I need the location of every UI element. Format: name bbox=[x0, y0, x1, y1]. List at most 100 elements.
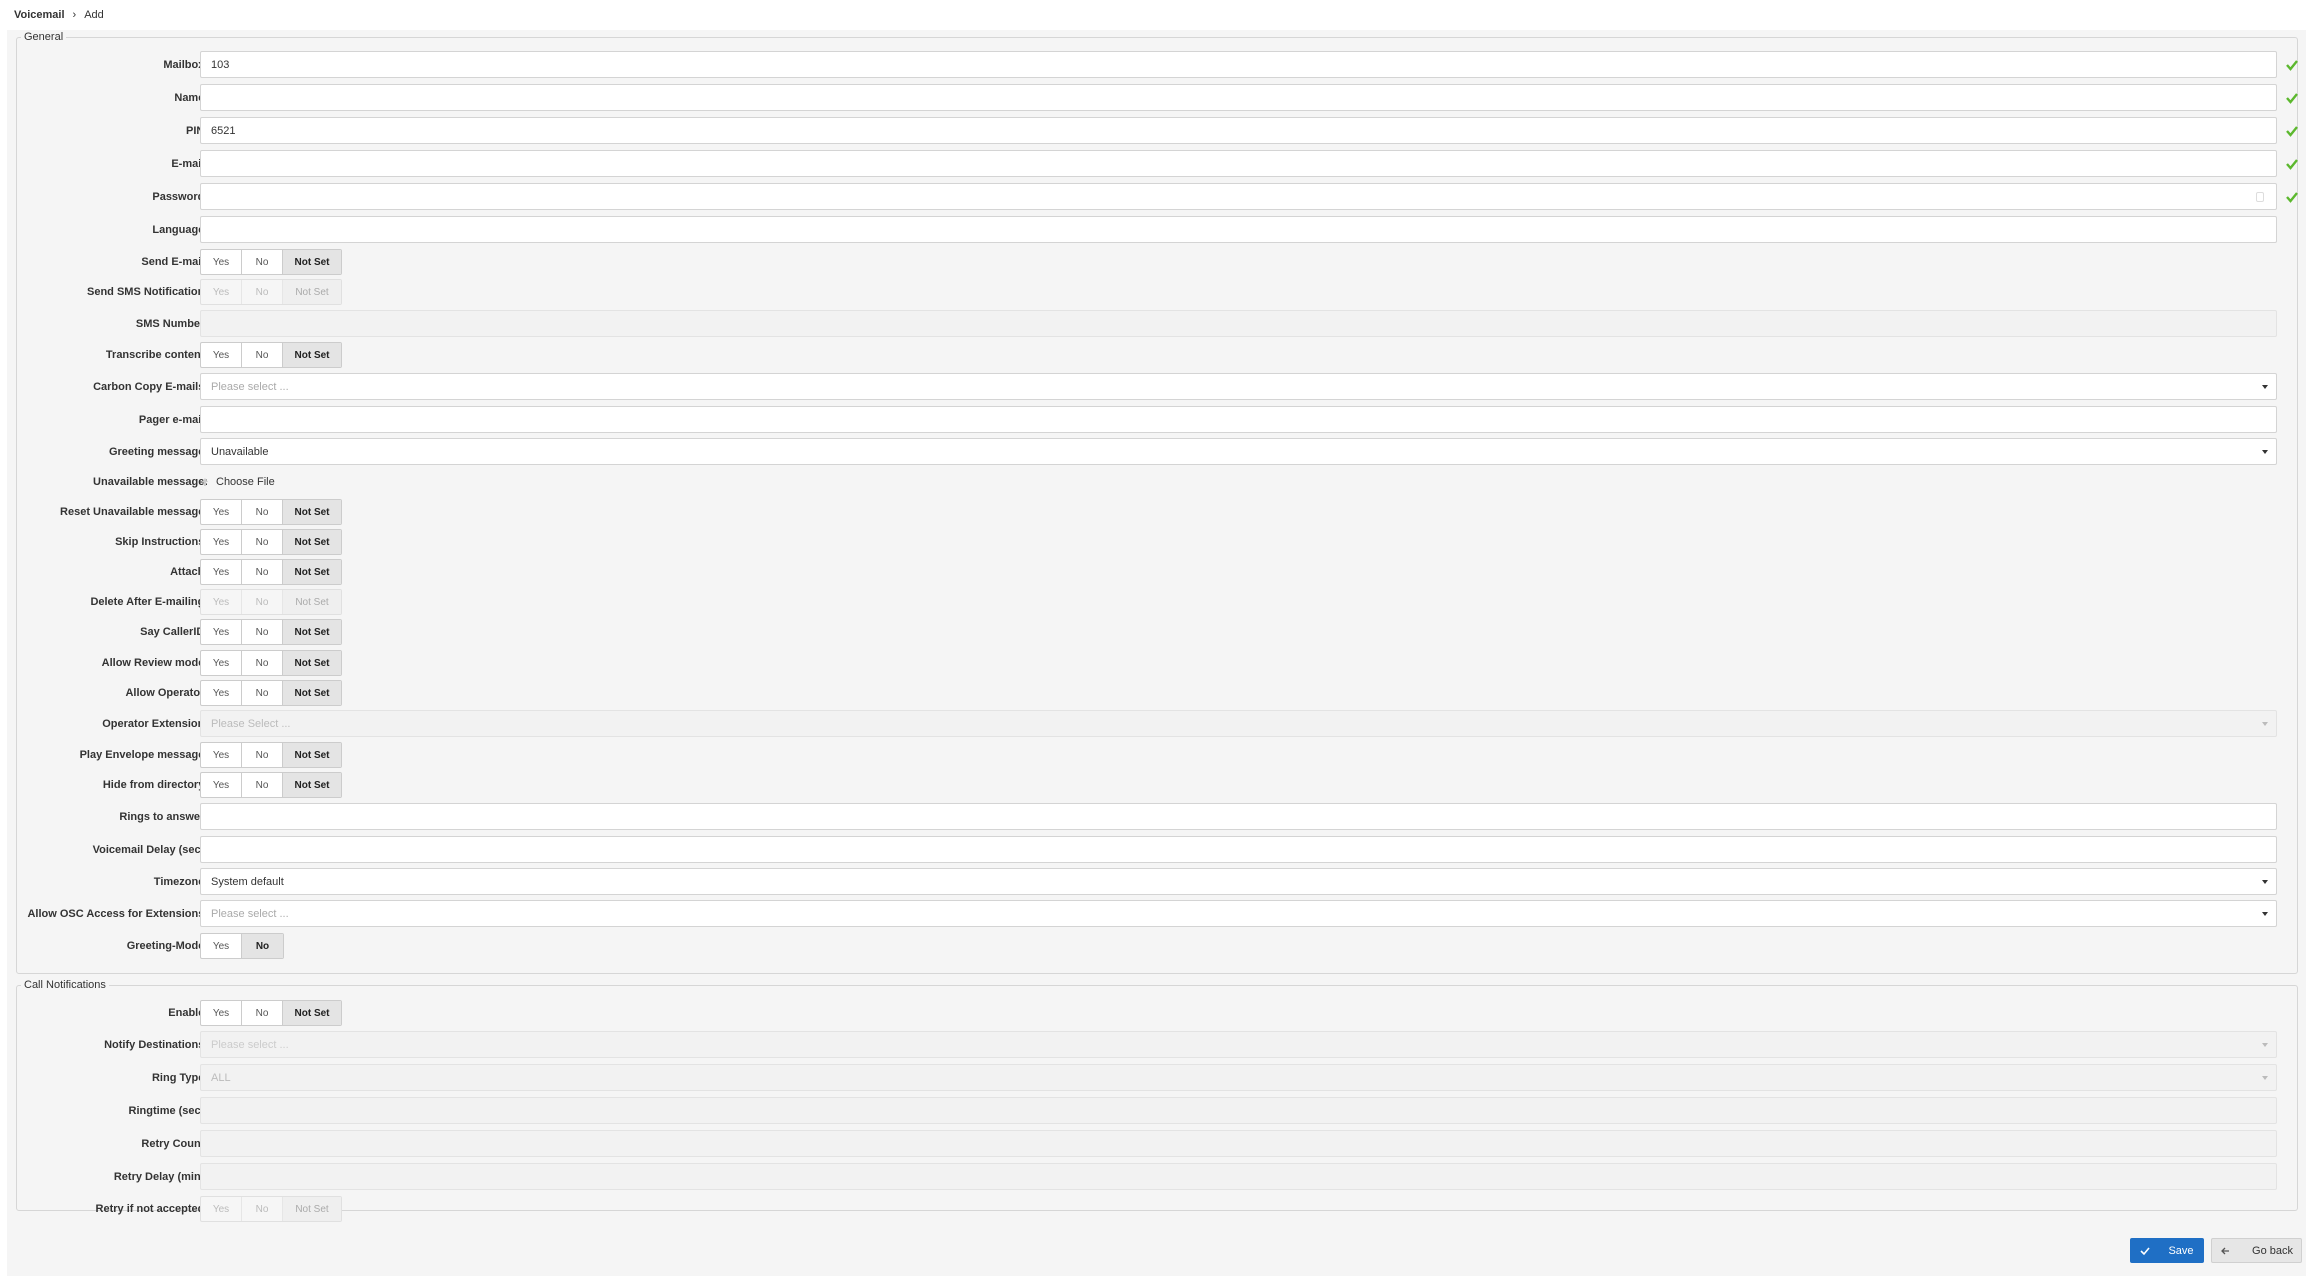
pager-email-input[interactable] bbox=[200, 406, 2277, 433]
greeting-message-select[interactable]: Unavailable bbox=[200, 438, 2277, 465]
operator-extension-label: Operator Extension: bbox=[102, 718, 208, 730]
check-icon bbox=[2140, 1246, 2151, 1255]
name-input[interactable] bbox=[200, 84, 2277, 111]
no-option[interactable]: No bbox=[242, 934, 283, 958]
no-option[interactable]: No bbox=[242, 743, 283, 767]
check-icon bbox=[2286, 126, 2298, 137]
not-set-option[interactable]: Not Set bbox=[283, 343, 341, 367]
retry-accept-label: Retry if not accepted: bbox=[95, 1203, 208, 1215]
yes-option[interactable]: Yes bbox=[201, 934, 242, 958]
no-option[interactable]: No bbox=[242, 560, 283, 584]
not-set-option[interactable]: Not Set bbox=[283, 1001, 341, 1025]
row-timezone: Timezone: System default bbox=[17, 866, 2297, 898]
yes-option[interactable]: Yes bbox=[201, 560, 242, 584]
caret-down-icon bbox=[2262, 722, 2268, 726]
breadcrumb-root[interactable]: Voicemail bbox=[14, 9, 65, 21]
no-option[interactable]: No bbox=[242, 620, 283, 644]
review-mode-toggle: Yes No Not Set bbox=[200, 650, 342, 676]
vm-delay-label: Voicemail Delay (sec): bbox=[92, 844, 208, 856]
retry-delay-label: Retry Delay (min): bbox=[113, 1171, 208, 1183]
yes-option[interactable]: Yes bbox=[201, 1001, 242, 1025]
no-option: No bbox=[242, 280, 283, 304]
no-option[interactable]: No bbox=[242, 651, 283, 675]
row-greeting-message: Greeting message: Unavailable bbox=[17, 436, 2297, 468]
voicemail-form: General Mailbox: 103 Name: PIN: 6521 E-m… bbox=[7, 30, 2306, 1276]
not-set-option[interactable]: Not Set bbox=[283, 250, 341, 274]
mailbox-input[interactable]: 103 bbox=[200, 51, 2277, 78]
no-option[interactable]: No bbox=[242, 1001, 283, 1025]
row-say-callerid: Say CallerID: Yes No Not Set bbox=[17, 616, 2297, 648]
row-email: E-mail: bbox=[17, 148, 2298, 180]
row-notify-destinations: Notify Destinations: Please select ... bbox=[17, 1029, 2297, 1061]
go-back-button[interactable]: Go back bbox=[2211, 1238, 2302, 1263]
save-button[interactable]: Save bbox=[2130, 1238, 2204, 1263]
enable-toggle: Yes No Not Set bbox=[200, 1000, 342, 1026]
osc-access-select[interactable]: Please select ... bbox=[200, 900, 2277, 927]
pin-value: 6521 bbox=[211, 124, 236, 137]
yes-option[interactable]: Yes bbox=[201, 651, 242, 675]
not-set-option[interactable]: Not Set bbox=[283, 651, 341, 675]
no-option[interactable]: No bbox=[242, 250, 283, 274]
reset-unavailable-toggle: Yes No Not Set bbox=[200, 499, 342, 525]
not-set-option[interactable]: Not Set bbox=[283, 560, 341, 584]
yes-option[interactable]: Yes bbox=[201, 250, 242, 274]
send-sms-toggle: Yes No Not Set bbox=[200, 279, 342, 305]
caret-down-icon bbox=[2262, 912, 2268, 916]
no-option[interactable]: No bbox=[242, 681, 283, 705]
go-back-label: Go back bbox=[2252, 1244, 2293, 1257]
chevron-right-icon: › bbox=[72, 9, 77, 21]
not-set-option[interactable]: Not Set bbox=[283, 743, 341, 767]
ringtime-input bbox=[200, 1097, 2277, 1124]
yes-option[interactable]: Yes bbox=[201, 773, 242, 797]
row-attach: Attach: Yes No Not Set bbox=[17, 556, 2297, 588]
yes-option[interactable]: Yes bbox=[201, 620, 242, 644]
caret-down-icon bbox=[2262, 880, 2268, 884]
password-input[interactable] bbox=[200, 183, 2277, 210]
yes-option[interactable]: Yes bbox=[201, 743, 242, 767]
yes-option[interactable]: Yes bbox=[201, 681, 242, 705]
row-retry-delay: Retry Delay (min): bbox=[17, 1161, 2297, 1193]
check-icon bbox=[2286, 60, 2298, 71]
choose-file-button[interactable]: Choose File bbox=[200, 466, 275, 498]
no-option[interactable]: No bbox=[242, 530, 283, 554]
row-mailbox: Mailbox: 103 bbox=[17, 49, 2298, 81]
yes-option: Yes bbox=[201, 590, 242, 614]
row-delete-after: Delete After E-mailing: Yes No Not Set bbox=[17, 586, 2297, 618]
no-option[interactable]: No bbox=[242, 773, 283, 797]
no-option: No bbox=[242, 1197, 283, 1221]
email-input[interactable] bbox=[200, 150, 2277, 177]
yes-option[interactable]: Yes bbox=[201, 530, 242, 554]
breadcrumb: Voicemail › Add bbox=[0, 0, 118, 30]
not-set-option[interactable]: Not Set bbox=[283, 530, 341, 554]
no-option: No bbox=[242, 590, 283, 614]
pin-input[interactable]: 6521 bbox=[200, 117, 2277, 144]
call-notifications-legend: Call Notifications bbox=[24, 979, 106, 991]
not-set-option[interactable]: Not Set bbox=[283, 681, 341, 705]
row-play-envelope: Play Envelope message: Yes No Not Set bbox=[17, 739, 2297, 771]
not-set-option[interactable]: Not Set bbox=[283, 773, 341, 797]
vm-delay-input[interactable] bbox=[200, 836, 2277, 863]
hide-directory-label: Hide from directory: bbox=[102, 779, 208, 791]
row-review-mode: Allow Review mode: Yes No Not Set bbox=[17, 647, 2297, 679]
no-option[interactable]: No bbox=[242, 500, 283, 524]
not-set-option[interactable]: Not Set bbox=[283, 500, 341, 524]
osc-access-label: Allow OSC Access for Extensions: bbox=[27, 908, 208, 920]
delete-after-toggle: Yes No Not Set bbox=[200, 589, 342, 615]
row-pin: PIN: 6521 bbox=[17, 115, 2298, 147]
send-email-toggle: Yes No Not Set bbox=[200, 249, 342, 275]
not-set-option[interactable]: Not Set bbox=[283, 620, 341, 644]
no-option[interactable]: No bbox=[242, 343, 283, 367]
say-callerid-toggle: Yes No Not Set bbox=[200, 619, 342, 645]
row-send-email: Send E-mail: Yes No Not Set bbox=[17, 246, 2297, 278]
cc-emails-select[interactable]: Please select ... bbox=[200, 373, 2277, 400]
yes-option[interactable]: Yes bbox=[201, 500, 242, 524]
breadcrumb-current: Add bbox=[84, 9, 104, 21]
yes-option[interactable]: Yes bbox=[201, 343, 242, 367]
rings-input[interactable] bbox=[200, 803, 2277, 830]
greeting-mode-toggle: Yes No bbox=[200, 933, 284, 959]
row-vm-delay: Voicemail Delay (sec): bbox=[17, 834, 2297, 866]
send-sms-label: Send SMS Notification: bbox=[87, 286, 208, 298]
timezone-select[interactable]: System default bbox=[200, 868, 2277, 895]
language-input[interactable] bbox=[200, 216, 2277, 243]
attach-toggle: Yes No Not Set bbox=[200, 559, 342, 585]
